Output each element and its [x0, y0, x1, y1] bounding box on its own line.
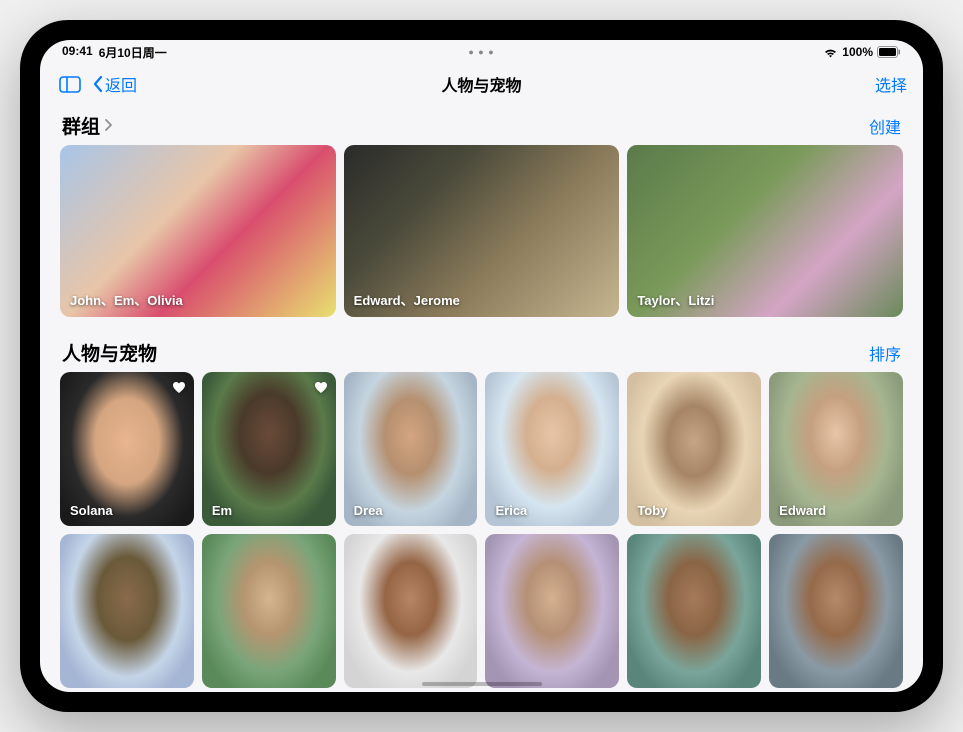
person-photo — [627, 534, 761, 688]
people-section-header: 人物与宠物 排序 — [60, 331, 903, 372]
create-group-button[interactable]: 创建 — [869, 114, 901, 138]
group-tile[interactable]: John、Em、Olivia — [60, 145, 336, 317]
heart-icon — [312, 378, 330, 396]
person-label: Solana — [70, 503, 113, 518]
multitask-dots-icon[interactable]: ● ● ● — [468, 47, 494, 57]
person-photo — [60, 534, 194, 688]
person-photo — [202, 534, 336, 688]
page-title: 人物与宠物 — [441, 72, 521, 96]
person-label: Edward — [779, 503, 826, 518]
person-tile[interactable] — [627, 534, 761, 688]
battery-icon — [877, 46, 901, 58]
back-label: 返回 — [105, 72, 137, 96]
group-label: Edward、Jerome — [354, 290, 460, 309]
groups-title-text: 群组 — [62, 112, 100, 139]
groups-section-header: 群组 创建 — [60, 104, 903, 145]
person-tile[interactable]: Edward — [769, 372, 903, 526]
person-photo — [769, 534, 903, 688]
select-button[interactable]: 选择 — [757, 72, 907, 96]
group-tile[interactable]: Taylor、Litzi — [627, 145, 903, 317]
group-tile[interactable]: Edward、Jerome — [344, 145, 620, 317]
status-bar: 09:41 6月10日周一 ● ● ● 100% — [40, 40, 923, 64]
groups-title[interactable]: 群组 — [62, 112, 112, 139]
sidebar-toggle-button[interactable] — [56, 72, 84, 96]
person-tile[interactable] — [769, 534, 903, 688]
status-left: 09:41 6月10日周一 — [62, 44, 167, 61]
groups-grid: John、Em、Olivia Edward、Jerome Taylor、Litz… — [60, 145, 903, 317]
screen: 09:41 6月10日周一 ● ● ● 100% — [40, 40, 923, 692]
person-tile[interactable]: Solana — [60, 372, 194, 526]
status-date: 6月10日周一 — [99, 44, 167, 61]
wifi-icon — [823, 47, 838, 58]
person-label: Drea — [354, 503, 383, 518]
person-label: Em — [212, 503, 232, 518]
person-tile[interactable] — [202, 534, 336, 688]
status-right: 100% — [823, 45, 901, 59]
content-scroll[interactable]: 群组 创建 John、Em、Olivia Edward、Jerome — [40, 104, 923, 692]
home-indicator[interactable] — [422, 682, 542, 686]
person-photo — [485, 534, 619, 688]
ipad-device-frame: 09:41 6月10日周一 ● ● ● 100% — [20, 20, 943, 712]
group-label: Taylor、Litzi — [637, 290, 714, 309]
person-tile[interactable]: Em — [202, 372, 336, 526]
battery-percent: 100% — [842, 45, 873, 59]
nav-bar: 返回 人物与宠物 选择 — [40, 64, 923, 104]
person-tile[interactable]: Drea — [344, 372, 478, 526]
person-tile[interactable]: Erica — [485, 372, 619, 526]
chevron-left-icon — [92, 75, 103, 93]
person-tile[interactable] — [485, 534, 619, 688]
person-label: Toby — [637, 503, 667, 518]
people-grid: Solana Em Drea Erica Toby — [60, 372, 903, 688]
people-title: 人物与宠物 — [62, 339, 157, 366]
person-tile[interactable]: Toby — [627, 372, 761, 526]
sort-button[interactable]: 排序 — [869, 341, 901, 365]
back-button[interactable]: 返回 — [92, 72, 137, 96]
person-tile[interactable] — [344, 534, 478, 688]
sidebar-icon — [59, 76, 81, 93]
status-time: 09:41 — [62, 44, 93, 61]
heart-icon — [170, 378, 188, 396]
person-photo — [344, 534, 478, 688]
group-label: John、Em、Olivia — [70, 290, 183, 309]
person-label: Erica — [495, 503, 527, 518]
person-tile[interactable] — [60, 534, 194, 688]
chevron-right-icon — [104, 118, 112, 134]
